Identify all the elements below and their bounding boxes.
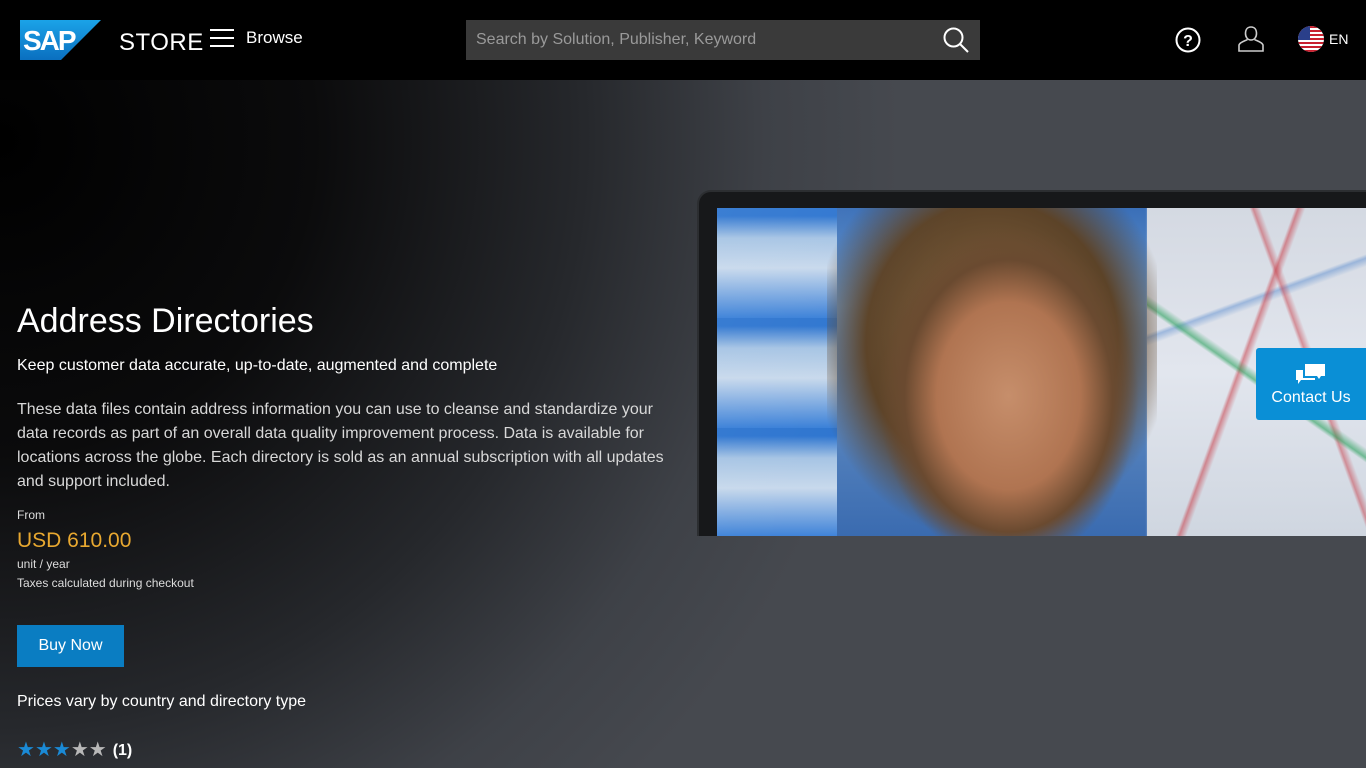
product-title: Address Directories bbox=[17, 302, 314, 340]
product-price: USD 610.00 bbox=[17, 529, 132, 552]
chat-bubbles-icon bbox=[1296, 363, 1325, 384]
contact-us-label: Contact Us bbox=[1271, 388, 1351, 406]
search-bar bbox=[466, 20, 980, 60]
star-empty-icon: ★ bbox=[70, 739, 89, 761]
product-subtitle: Keep customer data accurate, up-to-date,… bbox=[17, 357, 498, 374]
store-label: STORE bbox=[119, 29, 204, 56]
user-account-icon[interactable] bbox=[1237, 25, 1265, 53]
sap-logo-icon: SAP bbox=[20, 20, 101, 60]
star-filled-icon: ★ bbox=[17, 739, 35, 761]
product-description: These data files contain address informa… bbox=[17, 401, 664, 490]
price-unit: unit / year bbox=[17, 557, 70, 571]
svg-text:?: ? bbox=[1183, 33, 1193, 50]
rating[interactable]: ★★★★★ (1) bbox=[17, 740, 132, 761]
us-flag-icon bbox=[1298, 26, 1324, 52]
star-empty-icon: ★ bbox=[88, 739, 107, 761]
top-navigation-bar: SAP STORE Browse ? bbox=[0, 0, 1366, 80]
browse-label: Browse bbox=[246, 28, 303, 47]
language-selector[interactable]: EN bbox=[1298, 26, 1348, 52]
language-label: EN bbox=[1329, 31, 1349, 47]
search-icon bbox=[943, 27, 969, 53]
hamburger-icon bbox=[210, 29, 234, 47]
help-icon[interactable]: ? bbox=[1175, 27, 1201, 53]
product-hero: Contact Us Address Directories Keep cust… bbox=[0, 80, 1366, 768]
tax-note: Taxes calculated during checkout bbox=[17, 576, 194, 590]
buy-now-button[interactable]: Buy Now bbox=[17, 625, 124, 667]
rating-count: (1) bbox=[112, 741, 133, 759]
star-filled-icon: ★ bbox=[34, 739, 53, 761]
svg-text:SAP: SAP bbox=[23, 25, 76, 56]
search-button[interactable] bbox=[942, 26, 970, 54]
price-note: Prices vary by country and directory typ… bbox=[17, 693, 307, 710]
rating-stars: ★★★★★ bbox=[17, 740, 107, 761]
contact-us-button[interactable]: Contact Us bbox=[1256, 348, 1366, 420]
price-prefix: From bbox=[17, 508, 45, 522]
browse-menu-button[interactable]: Browse bbox=[210, 28, 303, 48]
sap-store-logo[interactable]: SAP STORE bbox=[20, 20, 204, 60]
star-filled-icon: ★ bbox=[52, 739, 71, 761]
search-input[interactable] bbox=[466, 20, 936, 60]
